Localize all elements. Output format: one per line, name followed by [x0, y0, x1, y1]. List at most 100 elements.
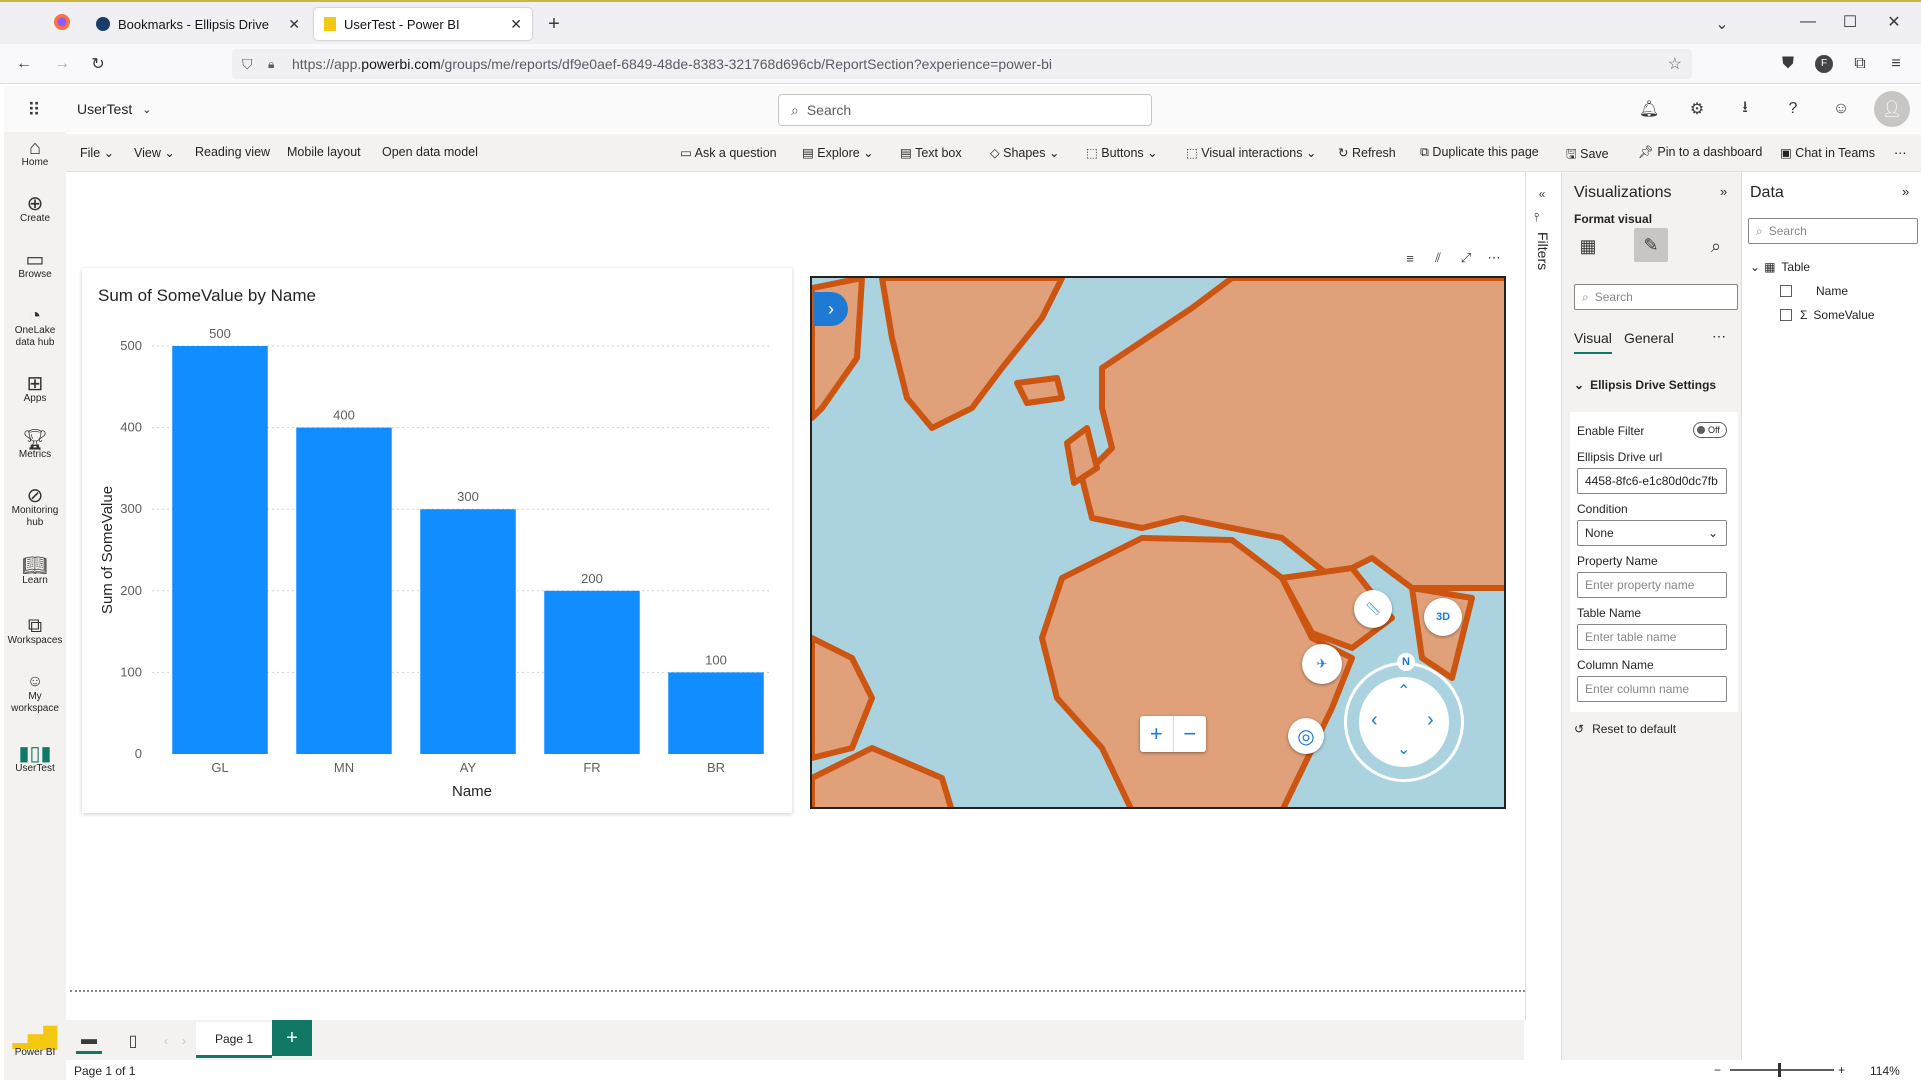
url-field[interactable]: ⛉ 🔒︎ https://app. powerbi.com/groups/me/r…: [232, 49, 1692, 79]
bar[interactable]: [668, 672, 764, 754]
back-icon[interactable]: ←: [12, 52, 36, 76]
bar[interactable]: [296, 427, 392, 754]
data-search-input[interactable]: ⌕ Search: [1748, 218, 1918, 244]
download-icon[interactable]: ⭳: [1732, 96, 1758, 122]
nav-learn[interactable]: 📖︎ Learn: [4, 556, 66, 587]
close-icon[interactable]: ✕: [288, 16, 300, 33]
ribbon-file[interactable]: File ⌄: [80, 145, 114, 160]
more-options-icon[interactable]: ⋯: [1484, 248, 1504, 268]
property-name-field[interactable]: Enter property name: [1577, 572, 1727, 598]
tab-list-chevron-icon[interactable]: ⌄: [1710, 12, 1734, 36]
duplicate-page-button[interactable]: ⧉ Duplicate this page: [1420, 145, 1539, 160]
enable-filter-toggle[interactable]: Off: [1693, 422, 1727, 438]
profile-icon[interactable]: F: [1812, 52, 1836, 76]
nav-metrics[interactable]: 🏆︎ Metrics: [4, 430, 66, 461]
visual-interactions-button[interactable]: ⬚ Visual interactions ⌄: [1186, 145, 1316, 160]
pin-visual-icon[interactable]: ⫽: [1428, 248, 1448, 268]
menu-icon[interactable]: ≡: [1884, 52, 1908, 76]
3d-toggle-icon[interactable]: 3D: [1424, 598, 1462, 636]
locate-icon[interactable]: ◎: [1288, 718, 1324, 754]
save-button[interactable]: 🖫︎ Save: [1566, 145, 1609, 166]
field-somevalue[interactable]: Σ SomeValue: [1780, 308, 1875, 322]
forward-icon[interactable]: →: [50, 52, 74, 76]
firefox-icon[interactable]: [50, 10, 74, 34]
ribbon-reading-view[interactable]: Reading view: [195, 145, 270, 159]
collapse-viz-icon[interactable]: »: [1720, 184, 1727, 199]
bar[interactable]: [420, 509, 516, 754]
zoom-out-icon[interactable]: −: [1714, 1063, 1721, 1077]
bar-chart-visual[interactable]: Sum of SomeValue by Name 0 100 200 300 400 500…: [82, 268, 792, 813]
buttons-button[interactable]: ⬚ Buttons ⌄: [1086, 145, 1158, 160]
pin-dashboard-button[interactable]: 📌︎ Pin to a dashboard: [1638, 145, 1762, 160]
nav-browse[interactable]: ▭ Browse: [4, 250, 66, 281]
zoom-in-icon[interactable]: +: [1838, 1063, 1845, 1077]
ribbon-mobile-layout[interactable]: Mobile layout: [287, 145, 361, 159]
tab-bookmarks[interactable]: Bookmarks - Ellipsis Drive ✕: [86, 8, 310, 40]
filters-pane[interactable]: « ⫯ Filters: [1525, 172, 1561, 1020]
nav-my-workspace[interactable]: ☺ My workspace: [4, 674, 66, 715]
condition-select[interactable]: None ⌄: [1577, 520, 1727, 546]
reset-default-button[interactable]: ↺ Reset to default: [1574, 722, 1676, 736]
ribbon-view[interactable]: View ⌄: [134, 145, 175, 160]
pocket-icon[interactable]: ⛊: [1776, 52, 1800, 76]
notifications-icon[interactable]: 🔔︎: [1636, 96, 1662, 122]
prev-page-icon[interactable]: ‹: [158, 1032, 174, 1050]
new-tab-icon[interactable]: +: [542, 12, 566, 36]
nav-monitoring[interactable]: ⊘ Monitoring hub: [4, 486, 66, 529]
tab-general[interactable]: General: [1624, 330, 1674, 346]
compass-ring[interactable]: N ⌃ ⌄ ‹ ›: [1344, 653, 1464, 782]
ribbon-open-data-model[interactable]: Open data model: [382, 145, 478, 159]
feedback-icon[interactable]: ☺: [1828, 96, 1854, 122]
explore-button[interactable]: ▤ Explore ⌄: [802, 145, 874, 160]
next-page-icon[interactable]: ›: [176, 1032, 192, 1050]
report-name-dropdown[interactable]: UserTest ⌄: [77, 101, 151, 117]
nav-create[interactable]: ⊕ Create: [4, 194, 66, 225]
nav-workspaces[interactable]: ⧉ Workspaces: [4, 616, 66, 647]
pan-control[interactable]: ⌃ ⌄ ‹ ›: [1359, 677, 1449, 767]
expand-panel-icon[interactable]: ›: [814, 292, 848, 326]
nav-usertest[interactable]: ▮▯▮ UserTest: [4, 744, 66, 775]
ask-question-button[interactable]: ▭ Ask a question: [680, 145, 777, 160]
field-name[interactable]: Name: [1780, 284, 1848, 298]
ellipsis-url-field[interactable]: 4458-8fc6-e1c80d0dc7fb: [1577, 468, 1727, 494]
pan-down-icon[interactable]: ⌄: [1397, 739, 1410, 759]
nav-apps[interactable]: ⊞ Apps: [4, 374, 66, 405]
minimize-icon[interactable]: —: [1796, 10, 1820, 34]
bar[interactable]: [172, 346, 268, 754]
powerbi-logo[interactable]: ▂▅█ Power BI: [4, 1028, 66, 1059]
more-options-icon[interactable]: ⋯: [1894, 145, 1907, 160]
nav-onelake[interactable]: ◔ OneLake data hub: [4, 306, 66, 349]
shapes-button[interactable]: ◇ Shapes ⌄: [990, 145, 1059, 160]
more-options-icon[interactable]: ⋯: [1712, 328, 1726, 345]
bookmark-star-icon[interactable]: ☆: [1668, 54, 1682, 74]
pan-up-icon[interactable]: ⌃: [1397, 681, 1410, 701]
text-box-button[interactable]: ▤ Text box: [900, 145, 962, 160]
close-icon[interactable]: ✕: [510, 16, 522, 33]
nav-home[interactable]: ⌂ Home: [4, 138, 66, 169]
window-close-icon[interactable]: ✕: [1882, 10, 1906, 34]
search-input[interactable]: ⌕ Search: [778, 94, 1152, 126]
tab-visual[interactable]: Visual: [1574, 330, 1612, 354]
viz-search-input[interactable]: ⌕ Search: [1574, 284, 1738, 310]
build-visual-icon[interactable]: ▦: [1574, 232, 1602, 260]
pan-right-icon[interactable]: ›: [1427, 709, 1434, 732]
extensions-icon[interactable]: ⧉: [1848, 52, 1872, 76]
format-visual-icon[interactable]: ✎: [1634, 228, 1668, 262]
filter-icon[interactable]: ≡: [1400, 248, 1420, 268]
avatar[interactable]: 👤︎: [1874, 91, 1910, 127]
settings-icon[interactable]: ⚙: [1684, 96, 1710, 122]
reload-icon[interactable]: ↻: [86, 52, 110, 76]
map-visual[interactable]: › 📏︎ 3D ✈ ◎ + − N ⌃ ⌄ ‹ ›: [810, 276, 1506, 809]
app-launcher-icon[interactable]: ⠿: [22, 98, 46, 122]
help-icon[interactable]: ?: [1780, 96, 1806, 122]
zoom-in-button[interactable]: +: [1140, 716, 1174, 752]
ruler-icon[interactable]: 📏︎: [1354, 590, 1392, 628]
collapse-filters-icon[interactable]: «: [1532, 184, 1552, 204]
mobile-layout-icon[interactable]: ▯: [122, 1028, 144, 1054]
flight-icon[interactable]: ✈: [1302, 644, 1342, 684]
desktop-layout-icon[interactable]: ▬: [76, 1028, 102, 1054]
collapse-data-icon[interactable]: »: [1902, 184, 1909, 199]
table-node[interactable]: ⌄ ▦ Table: [1750, 260, 1810, 274]
pan-left-icon[interactable]: ‹: [1371, 709, 1378, 732]
focus-mode-icon[interactable]: ⤢: [1456, 248, 1476, 268]
